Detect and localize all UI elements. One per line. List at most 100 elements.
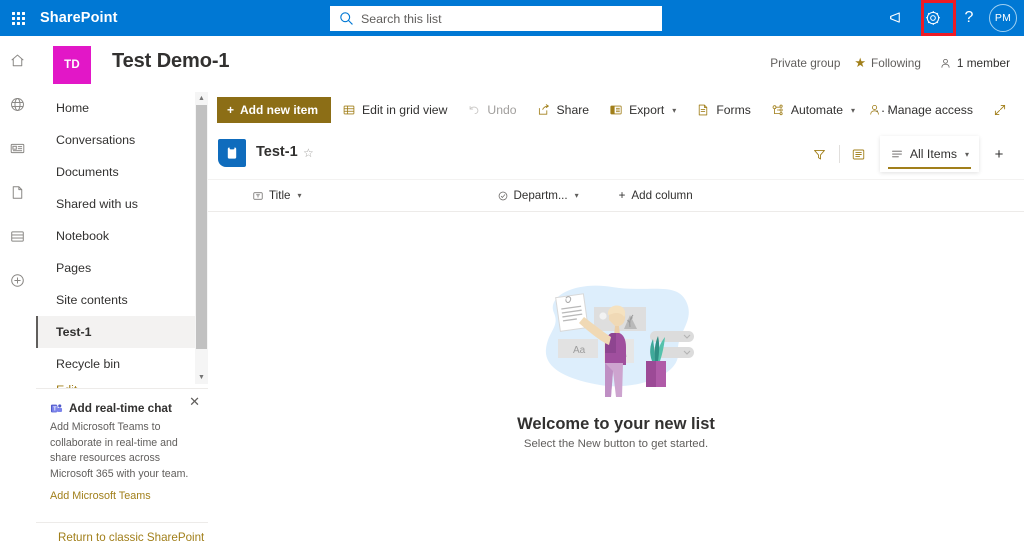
return-to-classic-link[interactable]: Return to classic SharePoint (58, 531, 204, 544)
site-header: TD Test Demo-1 Private group ★ Following… (36, 36, 1024, 92)
sidebar-item-label: Home (56, 101, 90, 115)
gear-icon (925, 10, 941, 26)
column-header-department[interactable]: Departm... ▾ (497, 180, 579, 212)
command-bar-right: Manage access (857, 95, 1016, 125)
sidebar-item-label: Test-1 (56, 325, 92, 339)
sidebar-item-pages[interactable]: Pages (36, 252, 208, 284)
search-box[interactable] (330, 6, 662, 31)
column-header-title[interactable]: Title ▾ (252, 180, 302, 212)
avatar[interactable]: PM (989, 4, 1017, 32)
rail-item-news[interactable] (0, 132, 36, 164)
sidebar-item-recycle-bin[interactable]: Recycle bin (36, 348, 208, 380)
rail-item-sites[interactable] (0, 88, 36, 120)
list-header: Test-1 ☆ All Items ▾ + (208, 128, 1024, 180)
forms-label: Forms (716, 103, 751, 117)
app-rail (0, 36, 36, 551)
classic-sharepoint-bar: Return to classic SharePoint (36, 522, 208, 551)
scrollbar-thumb[interactable] (196, 105, 207, 349)
globe-icon (11, 97, 24, 111)
rail-item-files[interactable] (0, 176, 36, 208)
sidebar-item-documents[interactable]: Documents (36, 156, 208, 188)
sidebar-item-label: Shared with us (56, 197, 138, 211)
promo-title: Add real-time chat (69, 401, 172, 415)
suite-brand-sharepoint[interactable]: SharePoint (40, 10, 118, 26)
search-input[interactable] (361, 11, 654, 26)
share-button[interactable]: Share (528, 95, 599, 125)
close-icon[interactable]: ✕ (189, 395, 200, 408)
sidebar-item-conversations[interactable]: Conversations (36, 124, 208, 156)
following-button[interactable]: ★ Following (854, 55, 921, 71)
edit-in-grid-view-label: Edit in grid view (362, 103, 448, 117)
promo-heading: T Add real-time chat (50, 401, 194, 415)
nav-list: Home Conversations Documents Shared with… (36, 92, 208, 400)
settings-button[interactable] (915, 0, 951, 36)
following-label: Following (871, 56, 921, 70)
star-icon: ★ (854, 55, 867, 70)
chevron-down-icon: ▾ (964, 149, 969, 159)
avatar-initials: PM (994, 12, 1012, 24)
toolbar-divider (838, 145, 840, 163)
full-screen-button[interactable] (984, 95, 1016, 125)
chevron-down-icon: ▾ (574, 191, 579, 200)
sharepoint-list-page: SharePoint ? (0, 0, 1024, 551)
chevron-down-icon: ▾ (851, 105, 856, 115)
add-view-button[interactable]: + (983, 138, 1015, 170)
scroll-up-icon[interactable]: ▲ (195, 92, 208, 105)
rail-item-lists[interactable] (0, 220, 36, 252)
undo-icon (467, 103, 481, 117)
export-button[interactable]: Export ▾ (600, 95, 685, 125)
site-logo[interactable]: TD (53, 46, 91, 84)
privacy-label: Private group (770, 56, 841, 70)
rail-item-home[interactable] (0, 44, 36, 76)
add-new-item-button[interactable]: + Add new item (217, 97, 332, 123)
promo-body: Add Microsoft Teams to collaborate in re… (50, 421, 189, 480)
sidebar-item-shared-with-us[interactable]: Shared with us (36, 188, 208, 220)
news-icon (10, 143, 25, 153)
automate-button[interactable]: Automate ▾ (762, 95, 864, 125)
file-icon (12, 185, 23, 199)
search-icon (340, 12, 353, 25)
empty-list-illustration: Aa (545, 285, 694, 397)
list-details-button[interactable] (844, 138, 874, 170)
column-header-row: Title ▾ Departm... ▾ + Add column (208, 180, 1024, 212)
choice-column-icon (497, 190, 509, 202)
sidebar-scrollbar[interactable]: ▲ ▼ (195, 92, 208, 384)
plus-icon: + (618, 189, 626, 202)
favorite-star-icon[interactable]: ☆ (303, 146, 314, 160)
forms-icon (696, 103, 710, 117)
megaphone-button[interactable] (879, 0, 915, 36)
forms-button[interactable]: Forms (687, 95, 760, 125)
app-launcher-button[interactable] (0, 0, 36, 36)
command-bar: + Add new item Edit in grid view Undo Sh… (208, 92, 1024, 128)
suite-bar: SharePoint ? (0, 0, 1024, 36)
help-button[interactable]: ? (951, 0, 987, 36)
edit-in-grid-view-button[interactable]: Edit in grid view (333, 95, 456, 125)
add-microsoft-teams-link[interactable]: Add Microsoft Teams (50, 490, 194, 502)
view-selector[interactable]: All Items ▾ (879, 136, 979, 172)
home-icon (11, 54, 24, 66)
add-column-button[interactable]: + Add column (619, 189, 693, 202)
sidebar-item-label: Recycle bin (56, 357, 121, 371)
add-column-label: Add column (631, 189, 693, 202)
sidebar-item-site-contents[interactable]: Site contents (36, 284, 208, 316)
scroll-down-icon[interactable]: ▼ (195, 371, 208, 384)
chevron-down-icon: ▾ (672, 105, 677, 115)
sidebar-item-label: Notebook (56, 229, 110, 243)
chevron-down-icon: ▾ (297, 191, 302, 200)
undo-button[interactable]: Undo (458, 95, 525, 125)
expand-icon (993, 103, 1007, 117)
manage-access-button[interactable]: Manage access (859, 95, 982, 125)
view-name-label: All Items (909, 147, 957, 161)
grid-icon (342, 103, 356, 117)
members-button[interactable]: 1 member (939, 56, 1010, 70)
filter-button[interactable] (805, 138, 835, 170)
column-label: Title (269, 189, 291, 202)
sidebar-item-home[interactable]: Home (36, 92, 208, 124)
plus-icon: + (227, 103, 235, 117)
sidebar-item-notebook[interactable]: Notebook (36, 220, 208, 252)
sidebar-item-label: Pages (56, 261, 92, 275)
site-logo-initials: TD (64, 59, 80, 71)
sidebar-item-test-1[interactable]: Test-1 (36, 316, 208, 348)
teams-promo-card: ✕ T Add real-time chat Add Microsoft Tea… (36, 388, 208, 515)
rail-item-create[interactable] (0, 264, 36, 296)
